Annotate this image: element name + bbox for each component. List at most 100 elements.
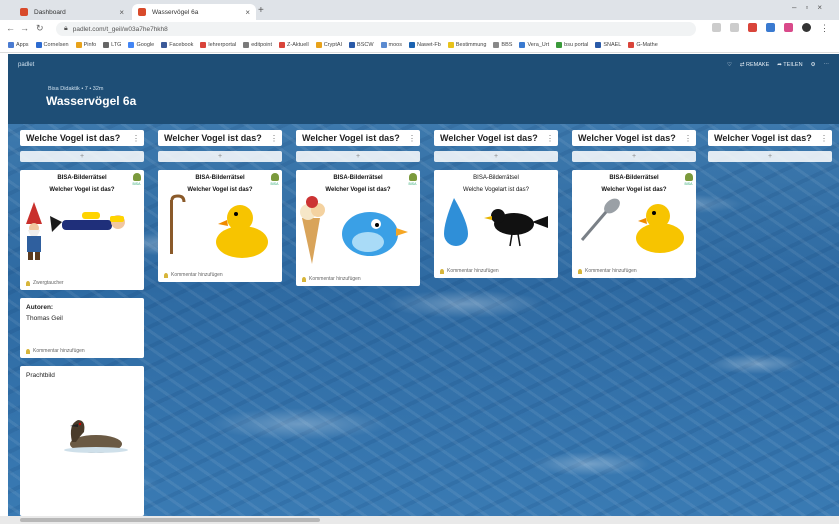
bisa-logo: BISA bbox=[684, 173, 693, 186]
bookmark-item[interactable]: editpoint bbox=[243, 42, 272, 48]
add-post-button[interactable]: + bbox=[434, 151, 558, 162]
column-5: Welcher Vogel ist das? ⋮ + BISA-Bilderrä… bbox=[572, 130, 696, 278]
column-6: Welcher Vogel ist das? ⋮ + bbox=[708, 130, 832, 162]
menu-kebab-icon[interactable]: ⋮ bbox=[820, 23, 829, 33]
bookmark-favicon-icon bbox=[161, 42, 168, 48]
extension-red-icon[interactable] bbox=[748, 23, 757, 32]
padlet-board: padlet ♡ ⇄ REMAKE ➦ TEILEN ⚙ ⋯ Bisa Dida… bbox=[8, 54, 839, 524]
extension-pink-icon[interactable] bbox=[784, 23, 793, 32]
add-post-button[interactable]: + bbox=[708, 151, 832, 162]
new-tab-icon[interactable]: + bbox=[258, 5, 264, 16]
column-title: Welcher Vogel ist das? bbox=[440, 133, 538, 143]
column-title: Welcher Vogel ist das? bbox=[714, 133, 812, 143]
bookmark-favicon-icon bbox=[35, 42, 42, 48]
forward-icon[interactable]: → bbox=[20, 23, 29, 33]
bookmark-item[interactable]: G-Mathe bbox=[628, 42, 658, 48]
like-icon[interactable]: ♡ bbox=[727, 62, 732, 68]
image-card[interactable]: Prachtbild bbox=[20, 366, 144, 516]
bookmark-item[interactable]: SNAEL bbox=[595, 42, 621, 48]
author-name: Thomas Geil bbox=[26, 315, 63, 322]
share-button[interactable]: ➦ TEILEN bbox=[777, 62, 802, 68]
bookmark-item[interactable]: BSCW bbox=[349, 42, 374, 48]
column-menu-icon[interactable]: ⋮ bbox=[408, 134, 416, 143]
tab-label: Wasservögel 6a bbox=[152, 8, 199, 16]
settings-gear-icon[interactable]: ⚙ bbox=[811, 62, 816, 68]
reload-icon[interactable]: ↻ bbox=[36, 23, 44, 34]
image-card-title: Prachtbild bbox=[26, 372, 55, 379]
card-title-2: Welcher Vogel ist das? bbox=[325, 187, 391, 193]
gnome-and-diver-image bbox=[26, 202, 125, 260]
cane-and-duck-image bbox=[170, 194, 268, 258]
bookmark-favicon-icon bbox=[8, 42, 14, 48]
board-actions: ♡ ⇄ REMAKE ➦ TEILEN ⚙ ⋯ bbox=[727, 62, 829, 68]
scrollbar-thumb[interactable] bbox=[20, 518, 320, 522]
cast-icon[interactable] bbox=[712, 23, 721, 32]
post-card[interactable]: BISA-Bilderrätsel Welcher Vogel ist das?… bbox=[572, 170, 696, 278]
column-1: Welche Vogel ist das? ⋮ + BISA-Bilderrät… bbox=[20, 130, 144, 516]
spoon-and-duck-image bbox=[580, 198, 684, 253]
close-tab-icon[interactable]: × bbox=[119, 8, 124, 17]
column-header[interactable]: Welcher Vogel ist das? ⋮ bbox=[296, 130, 420, 146]
bookmark-favicon-icon bbox=[628, 42, 635, 48]
bookmark-item[interactable]: CryptAI bbox=[315, 42, 342, 48]
star-icon[interactable] bbox=[730, 23, 739, 32]
bookmark-item[interactable]: Nawet-Fb bbox=[409, 42, 441, 48]
back-icon[interactable]: ← bbox=[6, 23, 15, 33]
bookmark-item[interactable]: lehrerportal bbox=[200, 42, 236, 48]
board-breadcrumb: Bisa Didaktik • 7 • 32m bbox=[48, 86, 104, 92]
column-4: Welcher Vogel ist das? ⋮ + BISA-Bilderrä… bbox=[434, 130, 558, 278]
column-header[interactable]: Welcher Vogel ist das? ⋮ bbox=[708, 130, 832, 146]
address-bar[interactable]: 🔒︎ padlet.com/t_geil/w03a7he7hkh8 bbox=[56, 22, 696, 36]
add-post-button[interactable]: + bbox=[296, 151, 420, 162]
author-card[interactable]: Autoren: Thomas Geil Kommentar hinzufüge… bbox=[20, 298, 144, 358]
bookmark-item[interactable]: Cornelsen bbox=[35, 42, 69, 48]
bookmark-item[interactable]: Bestimmung bbox=[447, 42, 486, 48]
column-header[interactable]: Welcher Vogel ist das? ⋮ bbox=[434, 130, 558, 146]
icecream-and-twitterbird-image bbox=[300, 196, 408, 264]
bookmark-item[interactable]: Facebook bbox=[161, 42, 193, 48]
bookmark-item[interactable]: LTG bbox=[103, 42, 121, 48]
bookmark-item[interactable]: Pinfo bbox=[75, 42, 96, 48]
add-post-button[interactable]: + bbox=[158, 151, 282, 162]
bookmark-favicon-icon bbox=[315, 42, 322, 48]
horizontal-scrollbar[interactable] bbox=[0, 516, 839, 524]
tab-wasservoegel[interactable]: Wasservögel 6a × bbox=[132, 4, 256, 20]
bookmark-item[interactable]: Vera_Urt bbox=[519, 42, 549, 48]
extension-icons: ⋮ bbox=[712, 23, 829, 33]
column-header[interactable]: Welcher Vogel ist das? ⋮ bbox=[572, 130, 696, 146]
bookmark-item[interactable]: bsu portal bbox=[556, 42, 588, 48]
extension-blue-icon[interactable] bbox=[766, 23, 775, 32]
more-icon[interactable]: ⋯ bbox=[824, 62, 830, 68]
add-post-button[interactable]: + bbox=[20, 151, 144, 162]
bookmarks-bar: Apps Cornelsen Pinfo LTG Google Facebook lehre… bbox=[0, 38, 839, 53]
column-menu-icon[interactable]: ⋮ bbox=[684, 134, 692, 143]
window-controls[interactable]: –▫× bbox=[792, 3, 831, 12]
card-title-2: Welcher Vogel ist das? bbox=[187, 187, 253, 193]
bookmark-favicon-icon bbox=[128, 42, 135, 48]
bookmark-favicon-icon bbox=[493, 42, 500, 48]
card-title-2: Welche Vogelart ist das? bbox=[463, 187, 529, 193]
padlet-brand[interactable]: padlet bbox=[18, 62, 34, 68]
column-menu-icon[interactable]: ⋮ bbox=[132, 134, 140, 143]
bookmark-item[interactable]: Google bbox=[128, 42, 154, 48]
column-header[interactable]: Welcher Vogel ist das? ⋮ bbox=[158, 130, 282, 146]
tab-dashboard[interactable]: Dashboard × bbox=[14, 4, 130, 20]
profile-avatar-icon[interactable] bbox=[802, 23, 811, 32]
browser-tab-bar: Dashboard × Wasservögel 6a × + –▫× bbox=[0, 0, 839, 20]
column-menu-icon[interactable]: ⋮ bbox=[546, 134, 554, 143]
bookmark-item[interactable]: Apps bbox=[8, 42, 29, 48]
column-header[interactable]: Welche Vogel ist das? ⋮ bbox=[20, 130, 144, 146]
column-menu-icon[interactable]: ⋮ bbox=[820, 134, 828, 143]
grebe-bird-image bbox=[64, 420, 128, 453]
bookmark-item[interactable]: moos bbox=[380, 42, 402, 48]
column-menu-icon[interactable]: ⋮ bbox=[270, 134, 278, 143]
bookmark-item[interactable]: Z-Aktuell bbox=[279, 42, 309, 48]
close-tab-icon[interactable]: × bbox=[245, 8, 250, 17]
bookmark-item[interactable]: BBS bbox=[493, 42, 512, 48]
add-post-button[interactable]: + bbox=[572, 151, 696, 162]
post-card[interactable]: BISA-Bilderrätsel Welcher Vogel ist das?… bbox=[296, 170, 420, 286]
post-card[interactable]: BISA-Bilderrätsel Welcher Vogel ist das?… bbox=[158, 170, 282, 282]
remake-button[interactable]: ⇄ REMAKE bbox=[740, 62, 769, 68]
post-card[interactable]: BISA-Bilderrätsel Welche Vogelart ist da… bbox=[434, 170, 558, 278]
post-card[interactable]: BISA-Bilderrätsel Welcher Vogel ist das?… bbox=[20, 170, 144, 290]
